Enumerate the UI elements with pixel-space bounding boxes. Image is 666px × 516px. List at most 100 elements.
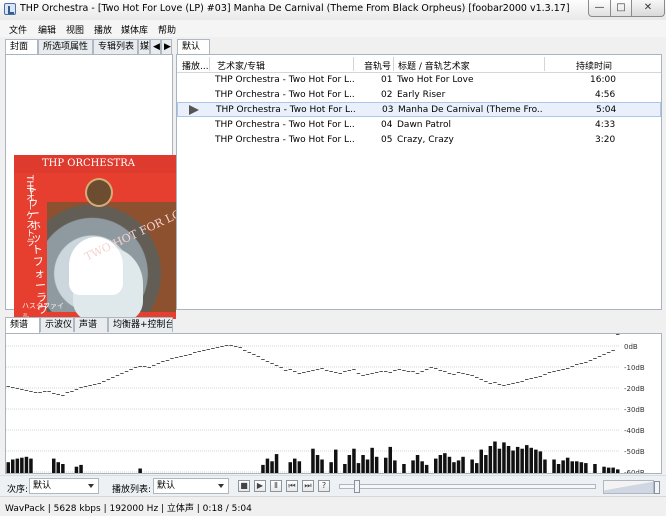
spectrum-peak	[315, 369, 320, 370]
tab-album-list[interactable]: 专辑列表	[93, 39, 138, 54]
spectrum-bar	[461, 456, 465, 473]
spectrum-peak	[33, 392, 38, 393]
spectrum-db-label: -50dB	[624, 448, 645, 456]
random-button[interactable]: ?	[318, 480, 330, 492]
column-playing[interactable]: 播放...	[182, 59, 209, 72]
spectrum-bar	[297, 461, 302, 473]
spectrum-peak	[115, 375, 120, 376]
column-track-number[interactable]: 音轨号	[364, 59, 391, 72]
spectrum-bar	[552, 459, 556, 473]
stop-button[interactable]: ■	[238, 480, 250, 492]
spectrum-bar	[456, 460, 461, 473]
tab-media[interactable]: 媒	[138, 39, 150, 54]
spectrum-peak	[552, 371, 556, 372]
menu-view[interactable]: 视图	[66, 23, 84, 36]
minimize-button[interactable]: —	[588, 0, 611, 17]
spectrum-peak	[206, 349, 211, 350]
spectrum-peak	[256, 356, 261, 357]
playlist-row[interactable]: THP Orchestra - Two Hot For L... 04 Dawn…	[177, 118, 661, 133]
next-button[interactable]: ⏭	[302, 480, 314, 492]
column-artist-album[interactable]: 艺术家/专辑	[217, 59, 265, 72]
tab-spectrum[interactable]: 频谱	[5, 317, 40, 333]
playlist-dropdown[interactable]: 默认	[153, 478, 229, 494]
window-title: THP Orchestra - [Two Hot For Love (LP) #…	[20, 3, 570, 14]
spectrum-bar	[556, 464, 561, 473]
spectrum-peak	[538, 376, 543, 377]
spectrum-peak	[511, 383, 515, 384]
column-title-artist[interactable]: 标题 / 音轨艺术家	[398, 59, 470, 72]
spectrum-peak	[588, 360, 593, 361]
playlist-row-selected[interactable]: THP Orchestra - Two Hot For L... 03 Manh…	[177, 102, 661, 117]
menu-help[interactable]: 帮助	[158, 23, 176, 36]
spectrum-peak	[74, 389, 79, 390]
tab-equalizer-console[interactable]: 均衡器+控制台	[108, 317, 173, 332]
spectrum-peak	[156, 363, 161, 364]
volume-bar[interactable]	[603, 480, 654, 494]
spectrum-peak	[347, 370, 352, 371]
previous-button[interactable]: ⏮	[286, 480, 298, 492]
spectrum-bar	[315, 455, 320, 473]
tab-selection-properties[interactable]: 所选项属性	[38, 39, 93, 54]
spectrum-bar	[515, 446, 520, 473]
playlist-row[interactable]: THP Orchestra - Two Hot For L... 05 Craz…	[177, 133, 661, 148]
tab-default-playlist[interactable]: 默认	[177, 39, 210, 55]
spectrum-peak	[415, 373, 420, 374]
spectrum-bar	[593, 464, 597, 473]
spectrum-peak	[365, 374, 370, 375]
tab-spectrogram[interactable]: 声谱	[74, 317, 108, 332]
spectrum-bar	[611, 467, 615, 473]
spectrum-peak	[424, 369, 429, 370]
tab-scroll-left[interactable]: ◀	[150, 39, 161, 54]
spectrum-bar	[370, 447, 374, 473]
spectrum-peak	[484, 381, 488, 382]
spectrum-peak	[374, 372, 379, 373]
spectrum-bar	[561, 460, 565, 473]
spectrum-bar	[288, 462, 292, 473]
spectrum-bar	[365, 459, 370, 473]
play-button[interactable]: ▶	[254, 480, 266, 492]
volume-thumb[interactable]	[654, 481, 660, 494]
spectrum-peak	[397, 369, 402, 370]
tab-scroll-right[interactable]: ▶	[161, 39, 172, 54]
row-title: Early Riser	[397, 90, 446, 100]
seek-thumb[interactable]	[354, 480, 360, 493]
row-title: Crazy, Crazy	[397, 135, 454, 145]
close-button[interactable]: ✕	[631, 0, 665, 17]
spectrum-bar	[270, 461, 274, 473]
spectrum-peak	[270, 363, 274, 364]
spectrum-peak	[152, 365, 156, 366]
pause-button[interactable]: Ⅱ	[270, 480, 282, 492]
column-duration[interactable]: 持续时间	[576, 59, 612, 72]
row-title: Two Hot For Love	[397, 75, 474, 85]
playlist-row[interactable]: THP Orchestra - Two Hot For L... 01 Two …	[177, 73, 661, 88]
spectrum-bar	[320, 459, 324, 473]
spectrum-peak	[193, 352, 197, 353]
playing-icon	[189, 105, 199, 115]
menu-file[interactable]: 文件	[9, 23, 27, 36]
maximize-button[interactable]: □	[610, 0, 632, 17]
spectrum-bar	[265, 458, 270, 473]
spectrum-peak	[593, 358, 597, 359]
tab-cover[interactable]: 封面	[5, 39, 38, 55]
spectrum-bar	[356, 463, 361, 473]
playlist-row[interactable]: THP Orchestra - Two Hot For L... 02 Earl…	[177, 88, 661, 103]
spectrum-bar	[534, 449, 538, 473]
spectrum-bar	[538, 451, 543, 473]
spectrum-peak	[97, 383, 101, 384]
spectrum-peak	[279, 367, 283, 368]
spectrum-peak	[547, 372, 552, 373]
spectrum-peak	[161, 361, 165, 362]
spectrum-bar	[525, 445, 529, 473]
menu-edit[interactable]: 编辑	[38, 23, 56, 36]
order-dropdown[interactable]: 默认	[29, 478, 99, 494]
row-track: 04	[381, 120, 393, 130]
spectrum-peak	[42, 391, 47, 392]
menu-playback[interactable]: 播放	[94, 23, 112, 36]
tab-oscilloscope[interactable]: 示波仪	[40, 317, 74, 332]
menu-library[interactable]: 媒体库	[121, 23, 148, 36]
spectrum-peak	[352, 369, 356, 370]
spectrum-bar	[15, 458, 20, 473]
row-artist-album: THP Orchestra - Two Hot For L...	[215, 75, 355, 85]
seek-bar[interactable]	[339, 484, 596, 489]
spectrum-bar	[470, 459, 474, 473]
